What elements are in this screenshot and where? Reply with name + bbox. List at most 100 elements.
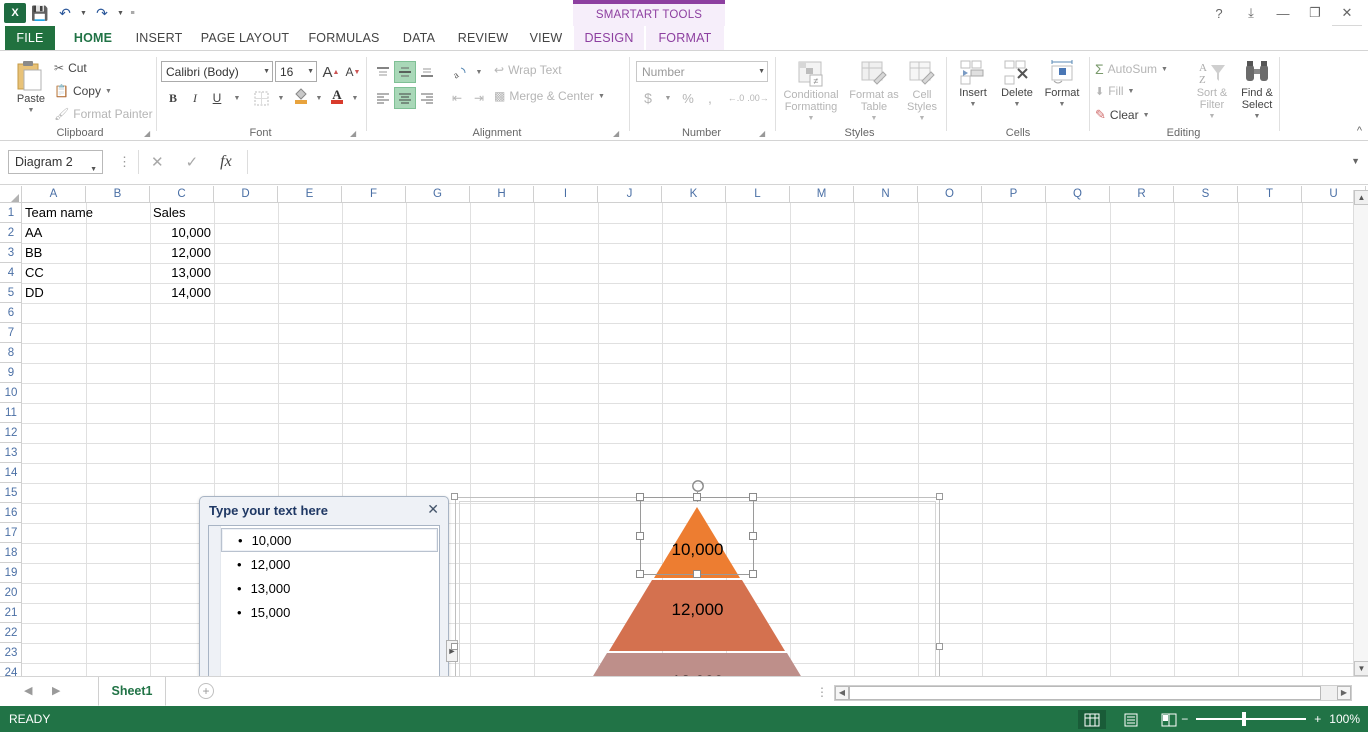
font-name-input[interactable]: Calibri (Body) ▼ [161,61,273,82]
expand-formula-bar-icon[interactable]: ▼ [1351,156,1360,166]
conditional-dropdown-icon[interactable]: ▼ [808,113,815,125]
row-header-22[interactable]: 22 [0,623,22,643]
fill-button[interactable]: ⬇ Fill ▼ [1095,84,1134,98]
format-table-dropdown-icon[interactable]: ▼ [871,113,878,125]
shape-handle-w[interactable] [636,532,644,540]
cell-C5[interactable]: 14,000 [150,283,214,303]
tab-file[interactable]: FILE [5,26,55,51]
tab-formulas[interactable]: FORMULAS [300,26,388,51]
list-item[interactable]: • 10,000 [221,528,438,552]
list-item[interactable]: • 13,000 [221,576,438,600]
tab-design[interactable]: DESIGN [574,26,644,51]
normal-view-button[interactable] [1078,710,1106,729]
cell-A2[interactable]: AA [22,223,86,243]
resize-handle-ne[interactable] [936,493,943,500]
column-header-Q[interactable]: Q [1046,186,1110,203]
shape-handle-nw[interactable] [636,493,644,501]
italic-button[interactable]: I [184,87,206,109]
row-header-8[interactable]: 8 [0,343,22,363]
name-box[interactable]: Diagram 2 ▼ [8,150,103,174]
tab-view[interactable]: VIEW [522,26,570,51]
zoom-slider[interactable] [1196,711,1307,727]
shape-handle-ne[interactable] [749,493,757,501]
row-header-21[interactable]: 21 [0,603,22,623]
row-header-19[interactable]: 19 [0,563,22,583]
chevron-down-icon[interactable]: ▼ [758,68,765,75]
merge-center-button[interactable]: ▩ Merge & Center ▼ [494,89,605,103]
scroll-left-icon[interactable]: ◀ [835,686,849,700]
resize-handle-w[interactable] [451,643,458,650]
borders-dropdown-icon[interactable]: ▼ [270,87,292,109]
shape-handle-sw[interactable] [636,570,644,578]
column-header-H[interactable]: H [470,186,534,203]
font-size-input[interactable]: 16 ▼ [275,61,317,82]
shape-handle-se[interactable] [749,570,757,578]
alignment-dialog-launcher[interactable]: ◢ [613,129,619,138]
zoom-slider-thumb[interactable] [1242,712,1247,726]
tab-review[interactable]: REVIEW [450,26,516,51]
row-header-14[interactable]: 14 [0,463,22,483]
minimize-icon[interactable]: — [1268,2,1298,24]
conditional-formatting-button[interactable]: ≠ Conditional Formatting ▼ [777,59,845,125]
increase-indent-button[interactable]: ⇥ [468,87,490,109]
row-header-17[interactable]: 17 [0,523,22,543]
format-painter-button[interactable]: 🖌 Format Painter [54,107,153,121]
align-bottom-button[interactable] [416,61,438,83]
copy-dropdown-icon[interactable]: ▼ [105,88,112,95]
row-header-10[interactable]: 10 [0,383,22,403]
row-header-16[interactable]: 16 [0,503,22,523]
align-left-button[interactable] [372,87,394,109]
row-header-24[interactable]: 24 [0,663,22,676]
delete-cells-button[interactable]: Delete ▼ [995,59,1039,111]
cell-A5[interactable]: DD [22,283,86,303]
tab-page-layout[interactable]: PAGE LAYOUT [194,26,296,51]
scroll-down-icon[interactable]: ▼ [1354,661,1368,676]
number-dialog-launcher[interactable]: ◢ [759,129,765,138]
cell-C1[interactable]: Sales [150,203,214,223]
font-dialog-launcher[interactable]: ◢ [350,129,356,138]
column-header-N[interactable]: N [854,186,918,203]
column-header-G[interactable]: G [406,186,470,203]
chevron-down-icon[interactable]: ▼ [90,159,97,181]
row-header-13[interactable]: 13 [0,443,22,463]
merge-dropdown-icon[interactable]: ▼ [598,93,605,100]
horizontal-scrollbar[interactable]: ◀ ▶ [834,685,1352,701]
insert-function-icon[interactable]: fx [220,153,232,171]
smartart-diagram[interactable]: 10,000 12,000 13,000 15,000 ► [446,480,943,676]
row-header-1[interactable]: 1 [0,203,22,223]
add-sheet-button[interactable]: + [198,683,214,699]
formula-input[interactable] [250,150,1350,174]
zoom-level-label[interactable]: 100% [1329,712,1360,726]
list-item[interactable]: • 12,000 [221,552,438,576]
cell-A4[interactable]: CC [22,263,86,283]
copy-button[interactable]: 📋 Copy ▼ [54,84,112,98]
align-middle-button[interactable] [394,61,416,83]
shape-handle-s[interactable] [693,570,701,578]
row-header-4[interactable]: 4 [0,263,22,283]
row-header-2[interactable]: 2 [0,223,22,243]
sort-filter-dropdown-icon[interactable]: ▼ [1209,111,1216,123]
next-sheet-icon[interactable]: ▶ [52,684,60,697]
increase-font-size-button[interactable]: A ▲ [320,61,342,83]
cell-C3[interactable]: 12,000 [150,243,214,263]
chevron-down-icon[interactable]: ▼ [307,68,314,75]
enter-icon[interactable]: ✓ [186,153,199,171]
column-header-E[interactable]: E [278,186,342,203]
underline-button[interactable]: U [206,87,228,109]
currency-dropdown-icon[interactable]: ▼ [657,87,679,109]
comma-button[interactable]: , [699,87,721,109]
column-header-P[interactable]: P [982,186,1046,203]
column-header-F[interactable]: F [342,186,406,203]
row-header-7[interactable]: 7 [0,323,22,343]
row-header-23[interactable]: 23 [0,643,22,663]
orientation-dropdown-icon[interactable]: ▼ [468,61,490,83]
shape-handle-e[interactable] [749,532,757,540]
close-icon[interactable]: ✕ [427,501,439,518]
tab-insert[interactable]: INSERT [128,26,190,51]
cell-C2[interactable]: 10,000 [150,223,214,243]
percent-button[interactable]: % [677,87,699,109]
paste-button[interactable]: Paste ▼ [8,59,54,117]
worksheet-grid[interactable]: 1 2 3 4 5 6 7 8 9 10 11 12 13 14 15 16 17 18 19 20 21 22 23 24 … [0,186,1368,676]
wrap-text-button[interactable]: ↩ Wrap Text [494,63,562,77]
bold-button[interactable]: B [162,87,184,109]
